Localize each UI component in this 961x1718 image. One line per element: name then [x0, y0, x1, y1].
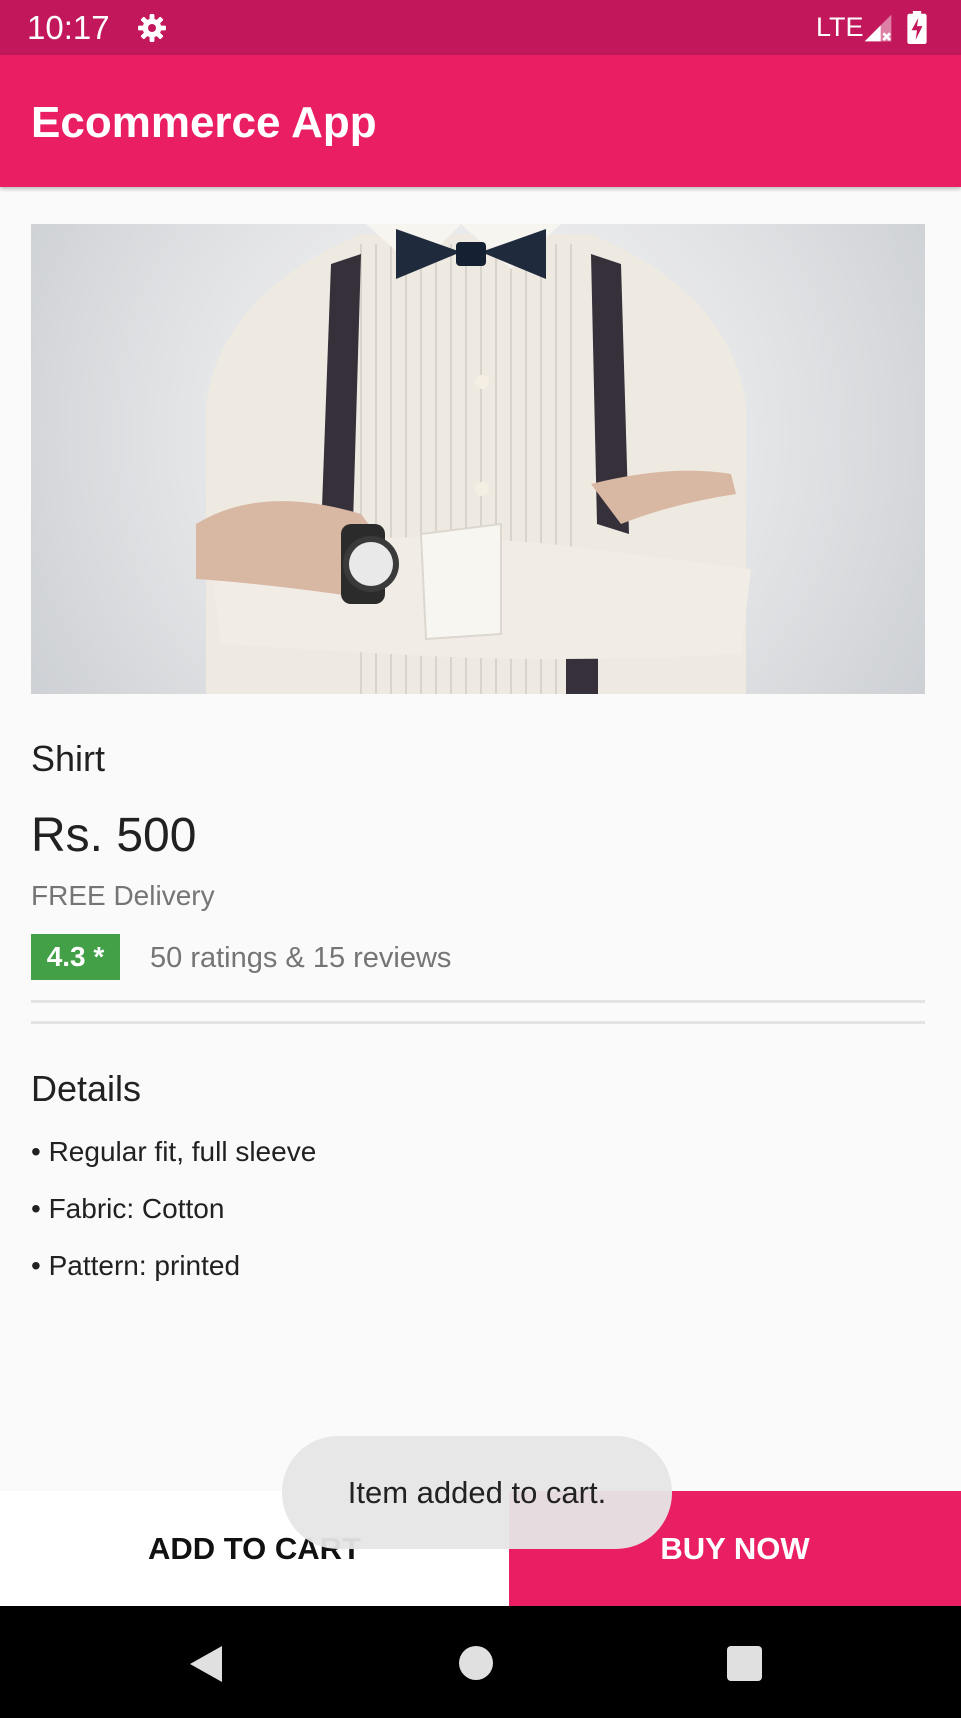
product-image	[31, 224, 925, 694]
details-list: • Regular fit, full sleeve • Fabric: Cot…	[31, 1134, 316, 1305]
divider	[31, 1000, 925, 1003]
rating-summary: 50 ratings & 15 reviews	[150, 942, 452, 974]
divider	[31, 1021, 925, 1024]
detail-item: • Pattern: printed	[31, 1250, 241, 1281]
detail-item: • Fabric: Cotton	[31, 1193, 225, 1224]
network-type: LTE	[816, 12, 864, 42]
recents-icon[interactable]	[727, 1646, 762, 1681]
details-heading: Details	[31, 1068, 142, 1109]
detail-item: • Regular fit, full sleeve	[31, 1136, 317, 1167]
settings-gear-icon	[138, 14, 166, 42]
toast-message: Item added to cart.	[282, 1436, 672, 1549]
product-price: Rs. 500	[31, 809, 197, 862]
status-time: 10:17	[27, 9, 110, 46]
back-icon[interactable]	[188, 1644, 224, 1684]
product-name: Shirt	[31, 738, 106, 779]
delivery-info: FREE Delivery	[31, 880, 215, 911]
navigation-bar	[0, 1606, 961, 1718]
app-title: Ecommerce App	[31, 98, 377, 147]
product-photo	[196, 224, 751, 694]
status-bar: 10:17 LTE	[0, 0, 961, 55]
battery-charging-icon	[907, 11, 927, 44]
app-bar: Ecommerce App	[0, 55, 961, 187]
home-icon[interactable]	[459, 1646, 493, 1680]
rating-badge: 4.3 *	[31, 934, 120, 980]
signal-icon	[864, 14, 892, 42]
